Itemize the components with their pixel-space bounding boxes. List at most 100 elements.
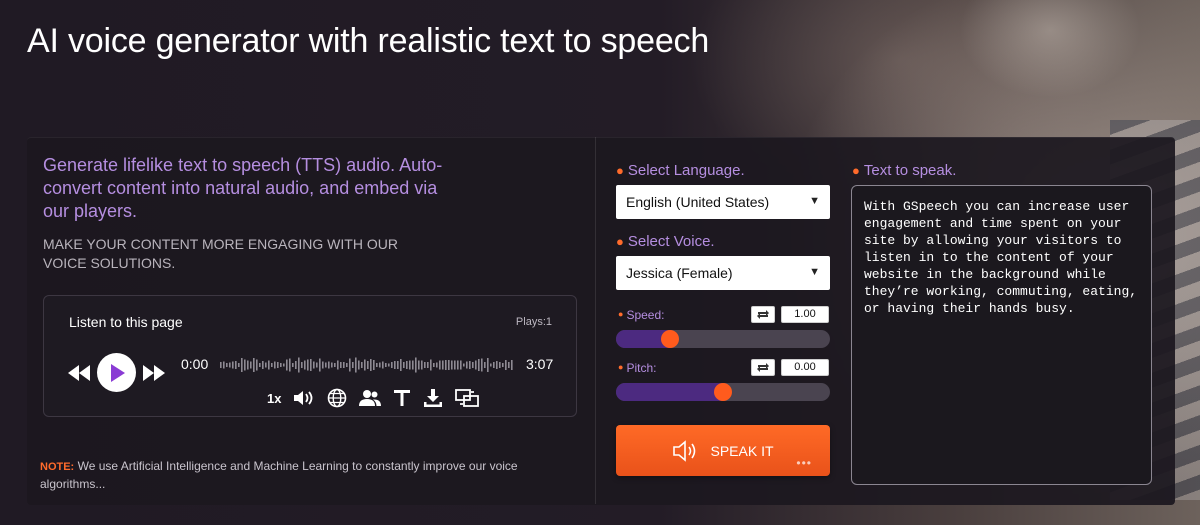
pitch-label: ● Pitch: [618,361,657,375]
waveform-bar [355,357,357,373]
waveform-bar [445,360,447,370]
waveform-bar [439,360,441,370]
speak-it-button[interactable]: SPEAK IT ••• [616,425,830,476]
panel-divider [595,137,596,504]
waveform-bar [277,362,279,368]
waveform-bar [409,360,411,370]
waveform-bar [376,363,378,367]
waveform-bar [316,362,318,368]
waveform-bar [346,363,348,367]
player-title: Listen to this page [69,314,183,330]
waveform-bar [487,358,489,372]
waveform-bar [496,361,498,369]
rewind-icon[interactable] [68,365,90,386]
waveform-bar [391,362,393,368]
intro-lead: Generate lifelike text to speech (TTS) a… [43,155,443,221]
waveform-bar [394,361,396,369]
voice-value: Jessica (Female) [626,265,733,281]
waveform-bar [232,361,234,369]
waveform-bar [349,358,351,372]
language-label: ● Select Language. [616,162,745,179]
waveform-bar [361,362,363,368]
required-dot: ● [616,234,624,249]
waveform-bar [463,363,465,367]
reset-icon [757,363,769,372]
waveform-bar [250,361,252,369]
waveform-bar [511,360,513,370]
waveform-bar [325,362,327,368]
play-count: Plays:1 [515,316,552,328]
waveform-bar [244,359,246,371]
text-icon[interactable] [393,387,411,409]
waveform-bar [298,357,300,373]
intro-subtitle: MAKE YOUR CONTENT MORE ENGAGING WITH OUR… [43,236,398,271]
speed-slider-handle[interactable] [661,330,679,348]
waveform-bar [319,358,321,372]
speed-reset-button[interactable] [751,306,775,323]
waveform-bar [370,359,372,371]
waveform-bar [331,362,333,368]
waveform-bar [478,359,480,371]
waveform-bar [328,361,330,369]
waveform-bar [424,362,426,368]
waveform-bar [340,362,342,368]
pitch-slider-handle[interactable] [714,383,732,401]
waveform-bar [373,360,375,370]
waveform-bar [460,360,462,370]
play-button[interactable] [97,353,136,392]
waveform-bar [481,358,483,372]
waveform-bar [241,358,243,372]
embed-icon[interactable] [455,387,480,409]
waveform-bar [469,361,471,369]
waveform-seekbar[interactable] [220,354,514,376]
note-label: NOTE: [40,461,75,473]
voice-select[interactable]: Jessica (Female) ▼ [616,256,830,290]
language-select[interactable]: English (United States) ▼ [616,185,830,219]
waveform-bar [454,360,456,370]
voice-label: ● Select Voice. [616,233,715,250]
waveform-bar [457,360,459,370]
text-to-speak-label: ● Text to speak. [852,162,957,179]
more-dots-icon: ••• [796,456,812,470]
speed-slider[interactable] [616,330,830,348]
download-icon[interactable] [423,387,443,409]
waveform-bar [499,362,501,368]
waveform-bar [508,362,510,368]
waveform-bar [502,363,504,367]
waveform-bar [388,363,390,367]
pitch-slider-fill [616,383,723,401]
player-toolbar: 1x [267,387,480,409]
waveform-bar [301,362,303,368]
waveform-bar [256,359,258,371]
reset-icon [757,310,769,319]
audio-player: Listen to this page Plays:1 0:00 3:07 1x [43,295,577,417]
pitch-slider[interactable] [616,383,830,401]
waveform-bar [235,361,237,369]
forward-icon[interactable] [143,365,165,386]
total-time: 3:07 [526,356,554,372]
required-dot: ● [616,163,624,178]
waveform-bar [433,363,435,367]
waveform-bar [382,361,384,369]
required-dot: ● [618,309,624,319]
waveform-bar [289,358,291,372]
text-to-speak-textarea[interactable]: With GSpeech you can increase user engag… [851,185,1152,485]
waveform-bar [295,361,297,369]
waveform-bar [364,359,366,371]
current-time: 0:00 [181,356,209,372]
waveform-bar [313,361,315,369]
waveform-bar [472,362,474,368]
waveform-bar [418,360,420,370]
waveform-bar [271,363,273,367]
speed-value-input[interactable]: 1.00 [781,306,829,323]
pitch-reset-button[interactable] [751,359,775,376]
waveform-bar [343,362,345,368]
users-icon[interactable] [359,387,382,409]
globe-icon[interactable] [327,387,347,409]
waveform-bar [403,362,405,368]
playback-rate-button[interactable]: 1x [267,387,281,409]
waveform-bar [283,363,285,367]
waveform-bar [253,358,255,372]
volume-icon[interactable] [293,387,315,409]
pitch-value-input[interactable]: 0.00 [781,359,829,376]
